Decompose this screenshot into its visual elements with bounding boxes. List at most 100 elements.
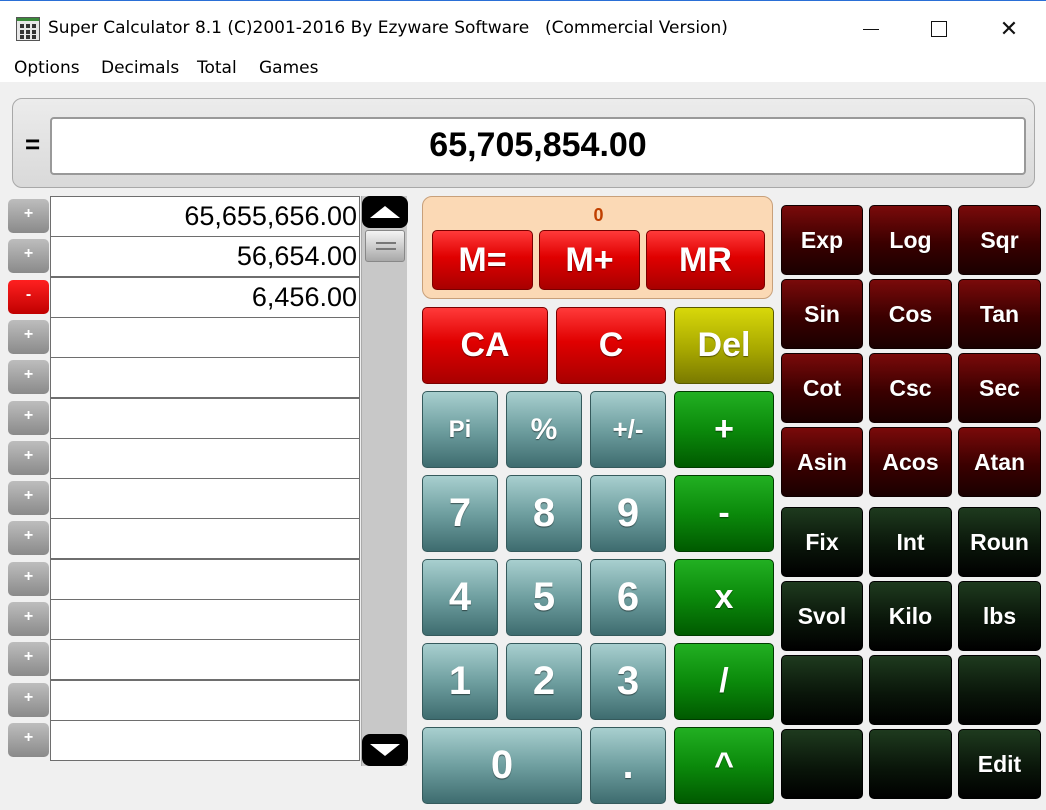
close-button[interactable]: ✕	[974, 1, 1044, 57]
tape-value-field[interactable]	[50, 558, 360, 600]
display-panel: = 65,705,854.00	[12, 98, 1035, 188]
memory-add-button[interactable]: M+	[539, 230, 640, 290]
digit-7-button[interactable]: 7	[422, 475, 498, 552]
tape-value-field[interactable]: 56,654.00	[50, 236, 360, 278]
menu-options[interactable]: Options	[14, 58, 80, 78]
menu-games[interactable]: Games	[259, 58, 318, 78]
tape-sign-plus-button[interactable]: +	[8, 602, 49, 636]
sqr-button[interactable]: Sqr	[958, 205, 1041, 275]
digit-6-button[interactable]: 6	[590, 559, 666, 636]
int-button[interactable]: Int	[869, 507, 952, 577]
custom-button-5[interactable]	[869, 729, 952, 799]
memory-recall-button[interactable]: MR	[646, 230, 765, 290]
title-bar: Super Calculator 8.1 (C)2001-2016 By Ezy…	[0, 0, 1046, 56]
pi-button[interactable]: Pi	[422, 391, 498, 468]
tape-row: +	[6, 719, 361, 761]
tape-sign-plus-button[interactable]: +	[8, 521, 49, 556]
tape-value-field[interactable]	[50, 599, 360, 640]
power-button[interactable]: ^	[674, 727, 774, 804]
tape-sign-plus-button[interactable]: +	[8, 319, 49, 354]
tape-sign-plus-button[interactable]: +	[8, 642, 49, 677]
tape-sign-plus-button[interactable]: +	[8, 440, 49, 475]
scroll-up-button[interactable]	[362, 196, 408, 228]
tape-row: +	[6, 357, 361, 399]
digit-3-button[interactable]: 3	[590, 643, 666, 720]
csc-button[interactable]: Csc	[869, 353, 952, 423]
round-button[interactable]: Roun	[958, 507, 1041, 577]
tape-value-field[interactable]	[50, 316, 360, 358]
calculator-app-icon[interactable]	[16, 17, 40, 41]
custom-button-1[interactable]	[781, 655, 863, 725]
digit-4-button[interactable]: 4	[422, 559, 498, 636]
decimal-point-button[interactable]: .	[590, 727, 666, 804]
menu-decimals[interactable]: Decimals	[101, 58, 179, 78]
custom-button-3[interactable]	[958, 655, 1041, 725]
acos-button[interactable]: Acos	[869, 427, 952, 497]
custom-button-4[interactable]	[781, 729, 863, 799]
equals-label: =	[25, 129, 41, 159]
clear-all-button[interactable]: CA	[422, 307, 548, 384]
tan-button[interactable]: Tan	[958, 279, 1041, 349]
digit-9-button[interactable]: 9	[590, 475, 666, 552]
tape-scrollbar[interactable]	[361, 196, 408, 766]
log-button[interactable]: Log	[869, 205, 952, 275]
multiply-button[interactable]: x	[674, 559, 774, 636]
cot-button[interactable]: Cot	[781, 353, 863, 423]
tape-sign-minus-button[interactable]: -	[8, 279, 49, 314]
sec-button[interactable]: Sec	[958, 353, 1041, 423]
tape-sign-plus-button[interactable]: +	[8, 722, 49, 757]
tape-value-field[interactable]	[50, 397, 360, 439]
asin-button[interactable]: Asin	[781, 427, 863, 497]
add-button[interactable]: +	[674, 391, 774, 468]
memory-value: 0	[593, 205, 604, 225]
tape-sign-plus-button[interactable]: +	[8, 682, 49, 717]
tape-sign-plus-button[interactable]: +	[8, 400, 49, 435]
tape-value-field[interactable]	[50, 357, 360, 399]
maximize-button[interactable]	[904, 1, 974, 57]
digit-5-button[interactable]: 5	[506, 559, 582, 636]
tape-sign-plus-button[interactable]: +	[8, 199, 49, 233]
lbs-button[interactable]: lbs	[958, 581, 1041, 651]
cos-button[interactable]: Cos	[869, 279, 952, 349]
atan-button[interactable]: Atan	[958, 427, 1041, 497]
tape-value-field[interactable]	[50, 437, 360, 479]
digit-8-button[interactable]: 8	[506, 475, 582, 552]
clear-button[interactable]: C	[556, 307, 666, 384]
minimize-button[interactable]	[836, 1, 906, 57]
menu-total[interactable]: Total	[197, 58, 237, 78]
kilo-button[interactable]: Kilo	[869, 581, 952, 651]
tape-sign-plus-button[interactable]: +	[8, 561, 49, 596]
maximize-icon	[931, 21, 947, 37]
tape-value-field[interactable]	[50, 719, 360, 761]
divide-button[interactable]: /	[674, 643, 774, 720]
digit-2-button[interactable]: 2	[506, 643, 582, 720]
close-icon: ✕	[999, 16, 1019, 41]
negate-button[interactable]: +/-	[590, 391, 666, 468]
tape-sign-plus-button[interactable]: +	[8, 360, 49, 395]
memory-panel: 0 M= M+ MR	[422, 196, 773, 299]
delete-button[interactable]: Del	[674, 307, 774, 384]
fix-button[interactable]: Fix	[781, 507, 863, 577]
percent-button[interactable]: %	[506, 391, 582, 468]
edit-button[interactable]: Edit	[958, 729, 1041, 799]
memory-store-button[interactable]: M=	[432, 230, 533, 290]
exp-button[interactable]: Exp	[781, 205, 863, 275]
tape-value-field[interactable]: 6,456.00	[50, 276, 360, 318]
subtract-button[interactable]: -	[674, 475, 774, 552]
tape-value-field[interactable]	[50, 478, 360, 520]
arrow-down-icon	[370, 744, 400, 756]
tape-sign-plus-button[interactable]: +	[8, 481, 49, 516]
tape-value-field[interactable]	[50, 679, 360, 721]
tape-value-field[interactable]	[50, 639, 360, 681]
sin-button[interactable]: Sin	[781, 279, 863, 349]
scroll-thumb[interactable]	[365, 230, 405, 262]
digit-0-button[interactable]: 0	[422, 727, 582, 804]
digit-1-button[interactable]: 1	[422, 643, 498, 720]
svol-button[interactable]: Svol	[781, 581, 863, 651]
tape-row: +65,655,656.00	[6, 196, 361, 237]
tape-sign-plus-button[interactable]: +	[8, 239, 49, 274]
custom-button-2[interactable]	[869, 655, 952, 725]
tape-value-field[interactable]	[50, 518, 360, 560]
scroll-down-button[interactable]	[362, 734, 408, 766]
tape-value-field[interactable]: 65,655,656.00	[50, 196, 360, 237]
